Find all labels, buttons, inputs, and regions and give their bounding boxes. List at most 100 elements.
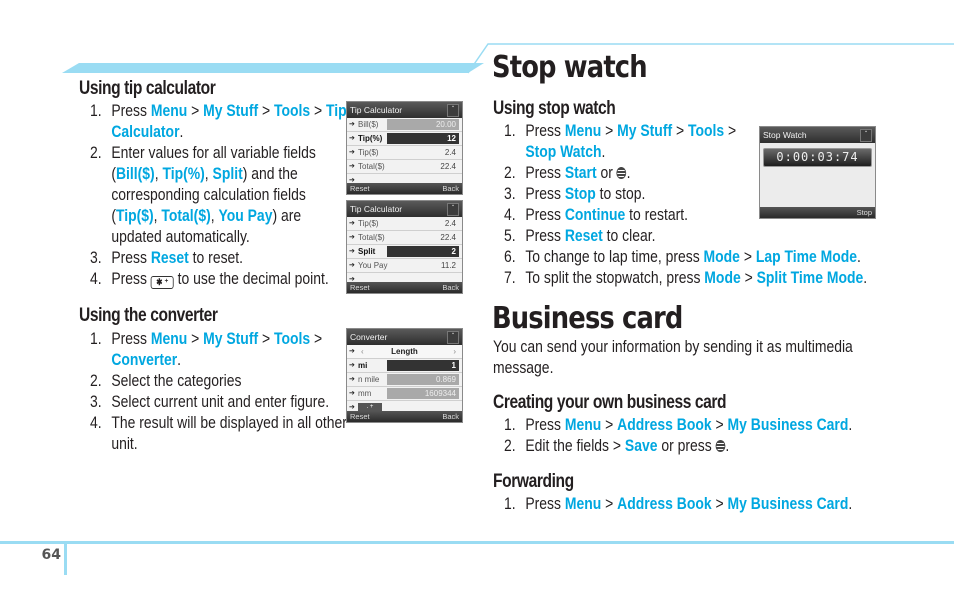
step-text: >	[258, 329, 274, 348]
field-value[interactable]: 2	[387, 246, 459, 257]
step-text: .	[626, 163, 631, 182]
step-text: >	[310, 101, 327, 120]
field-row[interactable]: ➔ mm 1609344	[347, 387, 462, 401]
menu-path-item: Mode	[703, 247, 740, 266]
menu-path-item: My Stuff	[617, 121, 673, 140]
softkey-reset[interactable]: Reset	[350, 411, 370, 422]
menu-path-item: Address Book	[617, 494, 712, 513]
step-text: >	[187, 329, 204, 348]
field-value[interactable]: 2.4	[387, 147, 459, 158]
step-text: Press	[525, 205, 565, 224]
chevron-right-icon[interactable]: ›	[453, 345, 456, 358]
softkey-bar: Reset Back	[347, 183, 462, 194]
step-text: .	[863, 268, 868, 287]
step-text: Press	[111, 329, 151, 348]
step-number: 1.	[504, 121, 516, 140]
step-text: Select current unit and enter figure.	[111, 392, 330, 411]
menu-path-item: Lap Time Mode	[755, 247, 858, 266]
star-key-icon: ✱ ⁺	[150, 276, 174, 289]
category-value: Length	[391, 347, 418, 356]
step-text: >	[739, 247, 756, 266]
field-value[interactable]: 11.2	[387, 260, 459, 271]
menu-path-item: My Business Card	[727, 415, 849, 434]
menu-path-item: Split Time Mode	[756, 268, 864, 287]
step-item: 4. The result will be displayed in all ot…	[90, 412, 376, 433]
row-arrow-icon: ➔	[349, 362, 355, 369]
step-text: >	[258, 101, 274, 120]
menu-path-item: Tools	[273, 329, 311, 348]
page-number: 64	[41, 547, 61, 563]
softkey-back[interactable]: Back	[442, 183, 459, 194]
step-item: 2. Enter values for all variable fields	[90, 142, 376, 163]
menu-path-item: Menu	[564, 415, 602, 434]
menu-path-item: Save	[624, 436, 658, 455]
field-value[interactable]: 0.869	[387, 374, 459, 385]
step-number: 4.	[504, 205, 516, 224]
step-text: >	[724, 121, 737, 140]
step-number: 4.	[90, 413, 102, 432]
menu-path-item: Tip	[326, 101, 347, 120]
step-text: or press	[657, 436, 716, 455]
row-arrow-icon: ➔	[349, 121, 355, 128]
softkey-reset[interactable]: Reset	[350, 282, 370, 293]
tip-calculator-screen-1: Tip Calculator ▪ ➔ Bill($) 20.00 ➔ Tip(%) 12 ➔…	[346, 101, 463, 195]
step-item: 1. Press Menu > Address Book > My Busines…	[504, 414, 905, 435]
field-row[interactable]: ➔ Split 2	[347, 245, 462, 259]
step-number: 5.	[504, 226, 516, 245]
step-text: Press	[111, 248, 151, 267]
row-arrow-icon: ➔	[349, 262, 355, 269]
step-number: 3.	[90, 392, 102, 411]
field-value[interactable]: 22.4	[387, 161, 459, 172]
step-text: or	[596, 163, 617, 182]
screen-title-bar: Tip Calculator ▪	[347, 201, 462, 217]
softkey-back[interactable]: Back	[442, 411, 459, 422]
business-card-title: Business card	[492, 301, 683, 336]
field-value[interactable]: 12	[387, 133, 459, 144]
softkey-back[interactable]: Back	[442, 282, 459, 293]
row-arrow-icon: ➔	[349, 220, 355, 227]
stop-watch-screen: Stop Watch ▪ 0:00:03:74 Stop	[759, 126, 876, 219]
creating-business-card-heading: Creating your own business card	[493, 392, 727, 413]
field-row[interactable]: ➔ n mile 0.869	[347, 373, 462, 387]
business-card-intro-line-2: message.	[493, 358, 554, 377]
softkey-reset[interactable]: Reset	[350, 183, 370, 194]
step-text: to restart.	[625, 205, 688, 224]
battery-icon: ▪	[860, 129, 872, 142]
field-label: You Pay	[358, 261, 388, 270]
field-row[interactable]: ➔ Tip($) 2.4	[347, 146, 462, 160]
step-text: unit.	[111, 434, 138, 453]
step-continuation: (Tip($), Total($), You Pay) are	[90, 205, 376, 226]
battery-icon: ▪	[447, 331, 459, 344]
softkey-stop[interactable]: Stop	[857, 207, 872, 218]
field-value[interactable]: 1	[387, 360, 459, 371]
row-arrow-icon: ➔	[349, 149, 355, 156]
footer-divider	[64, 541, 67, 575]
step-continuation: unit.	[90, 433, 376, 454]
field-label: Tip(%)	[358, 134, 383, 143]
step-number: 1.	[504, 494, 516, 513]
field-value[interactable]: 22.4	[387, 232, 459, 243]
menu-path-item: You Pay	[218, 206, 273, 225]
field-value[interactable]: 20.00	[387, 119, 459, 130]
step-number: 1.	[90, 101, 102, 120]
step-number: 3.	[90, 248, 102, 267]
field-value[interactable]: 1609344	[387, 388, 459, 399]
step-number: 4.	[90, 269, 102, 288]
field-row[interactable]: ➔ mi 1	[347, 359, 462, 373]
field-row[interactable]: ➔ Tip($) 2.4	[347, 217, 462, 231]
category-row[interactable]: ➔ ‹ Length ›	[347, 345, 462, 359]
field-value[interactable]: 2.4	[387, 218, 459, 229]
step-item: 1. Press Menu > My Stuff > Tools > Tip	[90, 100, 376, 121]
field-row[interactable]: ➔ Total($) 22.4	[347, 231, 462, 245]
field-row[interactable]: ➔ You Pay 11.2	[347, 259, 462, 273]
field-row[interactable]: ➔ Total($) 22.4	[347, 160, 462, 174]
field-row[interactable]: ➔ Bill($) 20.00	[347, 118, 462, 132]
menu-path-item: Converter	[111, 350, 178, 369]
field-label: Tip($)	[358, 148, 379, 157]
menu-path-item: Tip($)	[115, 206, 154, 225]
decimal-plus-key[interactable]: . +	[358, 403, 382, 411]
step-item: 2. Select the categories	[90, 370, 376, 391]
step-text: Press	[525, 121, 565, 140]
softkey-bar: Reset Back	[347, 282, 462, 293]
field-row[interactable]: ➔ Tip(%) 12	[347, 132, 462, 146]
